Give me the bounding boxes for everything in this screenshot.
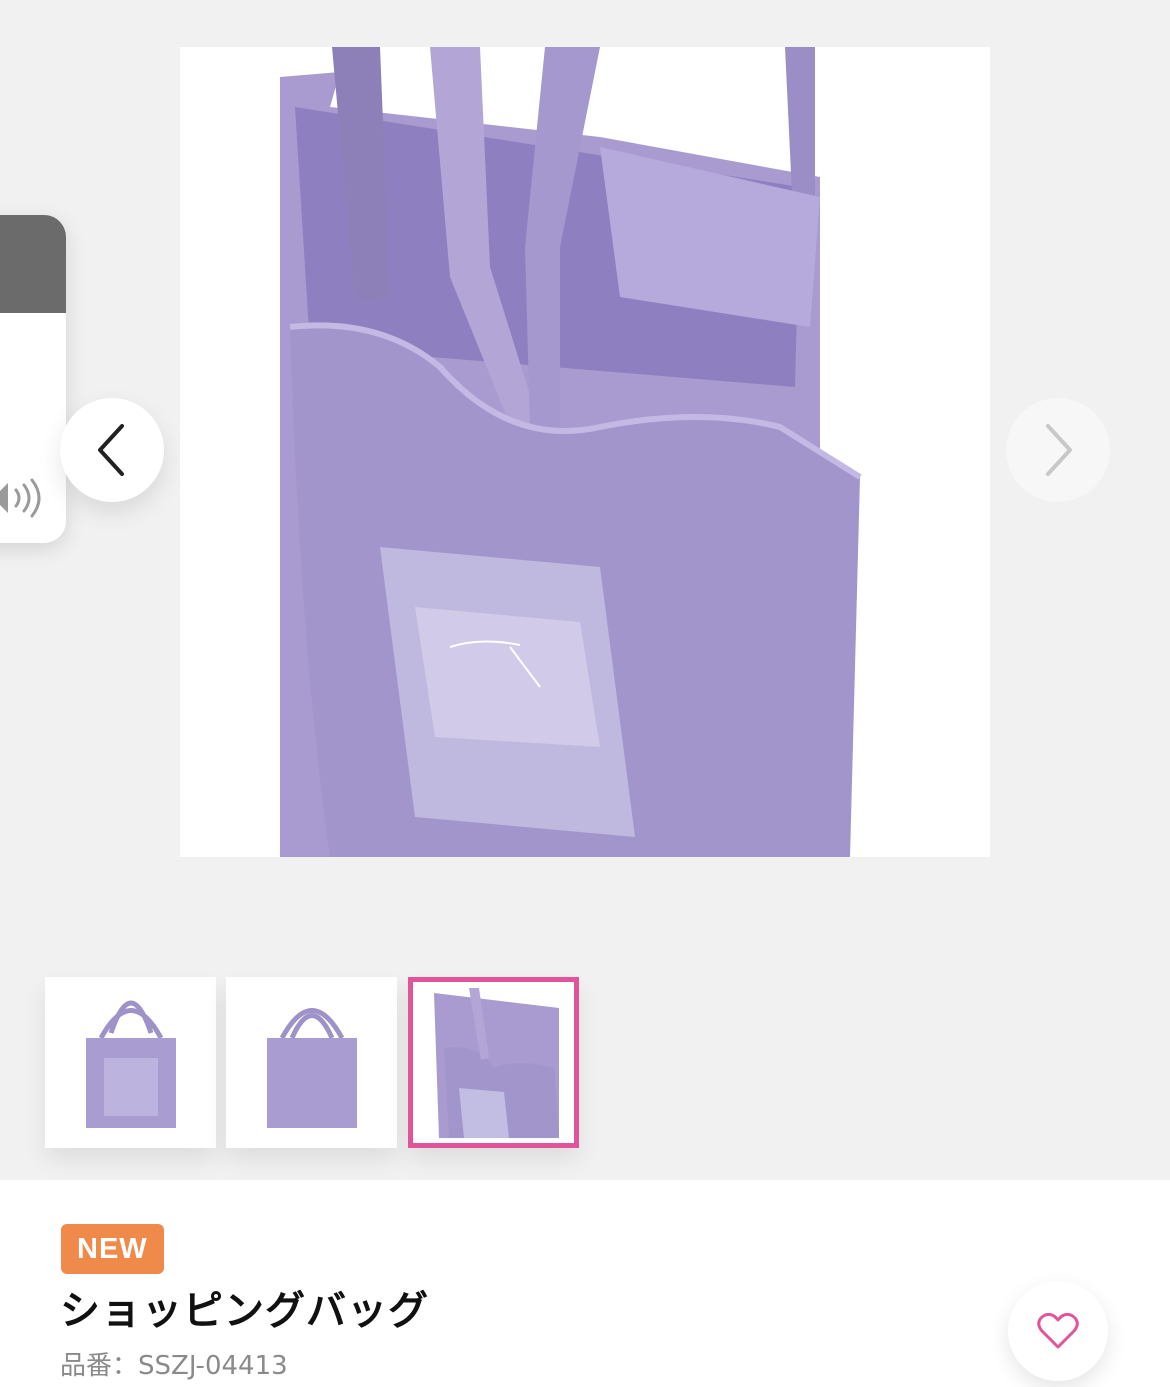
- product-gallery: [0, 0, 1170, 1180]
- previous-image-button[interactable]: [60, 398, 164, 502]
- next-image-button[interactable]: [1006, 398, 1110, 502]
- main-product-image[interactable]: [180, 47, 990, 857]
- thumbnail-image: [85, 1000, 176, 1128]
- thumbnail-3-selected[interactable]: [408, 977, 579, 1148]
- chevron-right-icon: [1046, 424, 1072, 476]
- speaker-icon: [0, 478, 41, 518]
- favorite-button[interactable]: [1008, 1281, 1108, 1381]
- new-badge: NEW: [61, 1224, 164, 1274]
- product-name: ショッピングバッグ: [60, 1288, 429, 1334]
- tote-bag-photo: [280, 47, 862, 857]
- volume-level: [0, 215, 66, 313]
- product-sku: 品番：SSZJ-04413: [60, 1351, 288, 1381]
- heart-icon: [1037, 1312, 1079, 1349]
- thumbnail-1[interactable]: [45, 977, 216, 1148]
- thumbnail-image: [433, 987, 559, 1138]
- volume-control[interactable]: [0, 215, 66, 543]
- thumbnail-2[interactable]: [226, 977, 397, 1148]
- chevron-left-icon: [98, 424, 124, 476]
- product-info: NEW ショッピングバッグ 品番：SSZJ-04413: [0, 1180, 1170, 1387]
- thumbnail-image: [266, 1007, 357, 1128]
